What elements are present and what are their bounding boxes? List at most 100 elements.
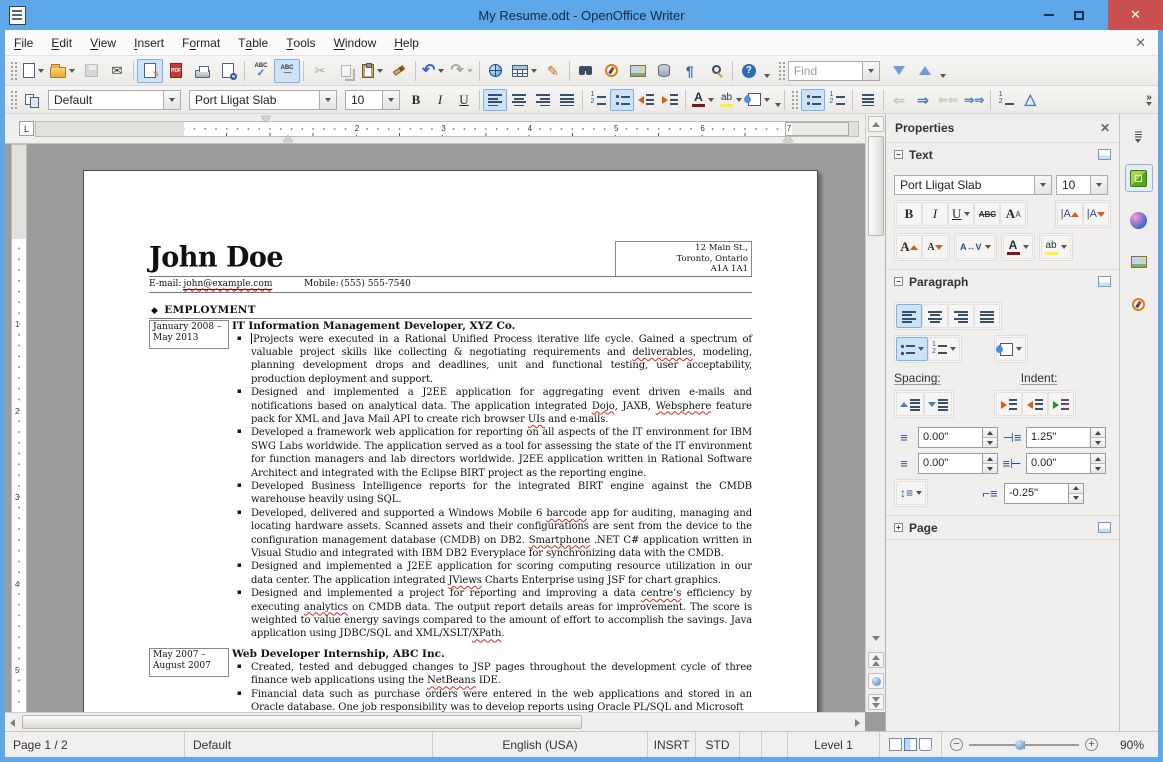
paste-button[interactable]: [359, 59, 386, 83]
print-button[interactable]: [189, 59, 215, 83]
resume-contact-line[interactable]: E-mail: john@example.com Mobile: (555) 555…: [149, 277, 752, 293]
job-bullet[interactable]: Projects were executed in a Rational Uni…: [232, 332, 752, 387]
job-bullet[interactable]: Designed and implemented a J2EE applicat…: [232, 385, 752, 426]
navigator-tab-icon[interactable]: [1125, 290, 1153, 318]
spin-down[interactable]: [983, 463, 997, 473]
sidebar-font-name-select[interactable]: Port Lligat Slab: [894, 175, 1052, 195]
table-button[interactable]: [509, 59, 540, 83]
resume-address[interactable]: 12 Main St., Toronto, Ontario A1A 1A1: [615, 241, 752, 276]
signature-status[interactable]: [762, 732, 788, 757]
book-view-icon[interactable]: [919, 738, 932, 751]
spelling-button[interactable]: ABC ✓: [248, 59, 274, 83]
menu-table[interactable]: Ta ble: [229, 30, 277, 55]
zoom-slider-thumb[interactable]: [1015, 739, 1026, 750]
align-left-button[interactable]: [483, 88, 507, 111]
before-text-indent-field[interactable]: 1.25": [1026, 427, 1106, 448]
find-previous-button[interactable]: [912, 59, 938, 83]
underline-button[interactable]: U: [452, 89, 476, 111]
maximize-button[interactable]: [1064, 0, 1094, 30]
decrease-paragraph-spacing-button[interactable]: [924, 392, 952, 416]
decrease-indent-button[interactable]: [634, 89, 658, 111]
vertical-scrollbar[interactable]: [865, 114, 885, 712]
selection-mode-status[interactable]: STD: [696, 732, 740, 757]
edit-file-button[interactable]: ✎: [137, 58, 163, 83]
paragraph-background-button[interactable]: [996, 337, 1026, 361]
navigator-button[interactable]: [599, 59, 625, 83]
data-sources-button[interactable]: [651, 59, 677, 83]
expand-icon[interactable]: +: [894, 523, 903, 532]
job-dates[interactable]: January 2008 – May 2013: [149, 319, 229, 349]
language-status[interactable]: English (USA): [433, 732, 648, 757]
decrease-font-size-button[interactable]: A: [922, 235, 948, 259]
sidebar-align-left-button[interactable]: [896, 304, 922, 328]
highlighting-button[interactable]: ab: [717, 89, 745, 111]
font-color-button[interactable]: A: [689, 89, 717, 111]
minimize-button[interactable]: [1034, 0, 1064, 30]
resume-name[interactable]: John Doe: [149, 240, 615, 276]
draw-functions-button[interactable]: ✎: [540, 59, 566, 83]
sidebar-align-center-button[interactable]: [922, 304, 948, 328]
find-toolbar-overflow-icon[interactable]: [939, 64, 946, 78]
help-button[interactable]: ?: [736, 59, 762, 83]
sidebar-numbering-button[interactable]: [928, 337, 960, 361]
font-dropdown-icon[interactable]: [319, 90, 336, 109]
background-color-button[interactable]: [745, 89, 773, 111]
bullets-on-off-button[interactable]: [801, 88, 825, 111]
collapse-icon[interactable]: −: [894, 277, 903, 286]
spin-down[interactable]: [983, 437, 997, 447]
dropdown-caret-icon[interactable]: [69, 68, 75, 73]
find-dropdown-icon[interactable]: [861, 61, 879, 80]
find-toolbar-grip[interactable]: [777, 60, 785, 81]
job-bullet[interactable]: Financial data such as purchase orders w…: [232, 687, 752, 712]
insert-unnumbered-entry-button[interactable]: [994, 89, 1018, 111]
vertical-ruler[interactable]: 1 2 3 4 5: [11, 144, 27, 731]
demote-level-button[interactable]: ⇒: [911, 89, 935, 111]
promote-level-button[interactable]: ⇐: [887, 89, 911, 111]
above-paragraph-spacing-field[interactable]: 0.00": [918, 427, 998, 448]
sidebar-increase-indent-button[interactable]: [996, 392, 1022, 416]
open-button[interactable]: [47, 59, 78, 83]
single-page-view-icon[interactable]: [889, 738, 902, 751]
close-sidebar-icon[interactable]: ✕: [1100, 121, 1110, 135]
close-button[interactable]: ✕: [1108, 0, 1163, 30]
redo-button[interactable]: ↷: [447, 59, 475, 83]
hyperlink-button[interactable]: [483, 59, 509, 83]
page-number-status[interactable]: Page 1 / 2: [5, 732, 185, 757]
job-bullet[interactable]: Designed and implemented a J2EE applicat…: [232, 559, 752, 587]
formatting-toolbar-grip[interactable]: [10, 89, 17, 110]
export-pdf-button[interactable]: PDF: [163, 59, 189, 83]
job-title[interactable]: Web Developer Internship, ABC Inc.: [232, 648, 752, 661]
document-modified-status[interactable]: [740, 732, 762, 757]
zoom-slider-track[interactable]: [969, 739, 1079, 750]
spin-down[interactable]: [1091, 463, 1105, 473]
scroll-right-button[interactable]: [850, 715, 865, 730]
decrease-spacing-button[interactable]: |A: [1082, 202, 1109, 226]
clone-formatting-button[interactable]: [386, 59, 412, 83]
style-dropdown-icon[interactable]: [163, 90, 180, 109]
increase-font-size-button[interactable]: A: [896, 235, 922, 259]
dropdown-caret-icon[interactable]: [438, 68, 445, 73]
job-bullet[interactable]: Developed Business Intelligence reports …: [232, 479, 752, 507]
bold-button[interactable]: B: [896, 202, 922, 226]
sidebar-decrease-indent-button[interactable]: [1022, 392, 1048, 416]
tab-stop-type-selector[interactable]: L: [19, 121, 34, 136]
find-replace-button[interactable]: [573, 59, 599, 83]
strikethrough-button[interactable]: ABC: [974, 202, 1001, 226]
bold-button[interactable]: B: [404, 89, 428, 111]
dropdown-caret-icon[interactable]: [530, 68, 537, 73]
dropdown-caret-icon[interactable]: [736, 97, 742, 102]
resume-header[interactable]: John Doe 12 Main St., Toronto, Ontario A1A…: [149, 241, 752, 277]
bullets-toolbar-grip[interactable]: [791, 89, 798, 110]
save-button[interactable]: [78, 59, 104, 83]
undo-button[interactable]: ↶: [419, 59, 447, 83]
vertical-scroll-thumb[interactable]: [868, 136, 884, 236]
align-center-button[interactable]: [507, 89, 531, 111]
spin-up[interactable]: [983, 428, 997, 437]
dropdown-caret-icon[interactable]: [764, 97, 770, 102]
underline-button[interactable]: U: [948, 202, 975, 226]
sidebar-font-dropdown-icon[interactable]: [1034, 176, 1051, 194]
job-dates[interactable]: May 2007 – August 2007: [149, 647, 229, 677]
collapse-icon[interactable]: −: [894, 150, 903, 159]
font-size-dropdown-icon[interactable]: [382, 90, 399, 109]
increase-spacing-button[interactable]: |A: [1056, 202, 1083, 226]
